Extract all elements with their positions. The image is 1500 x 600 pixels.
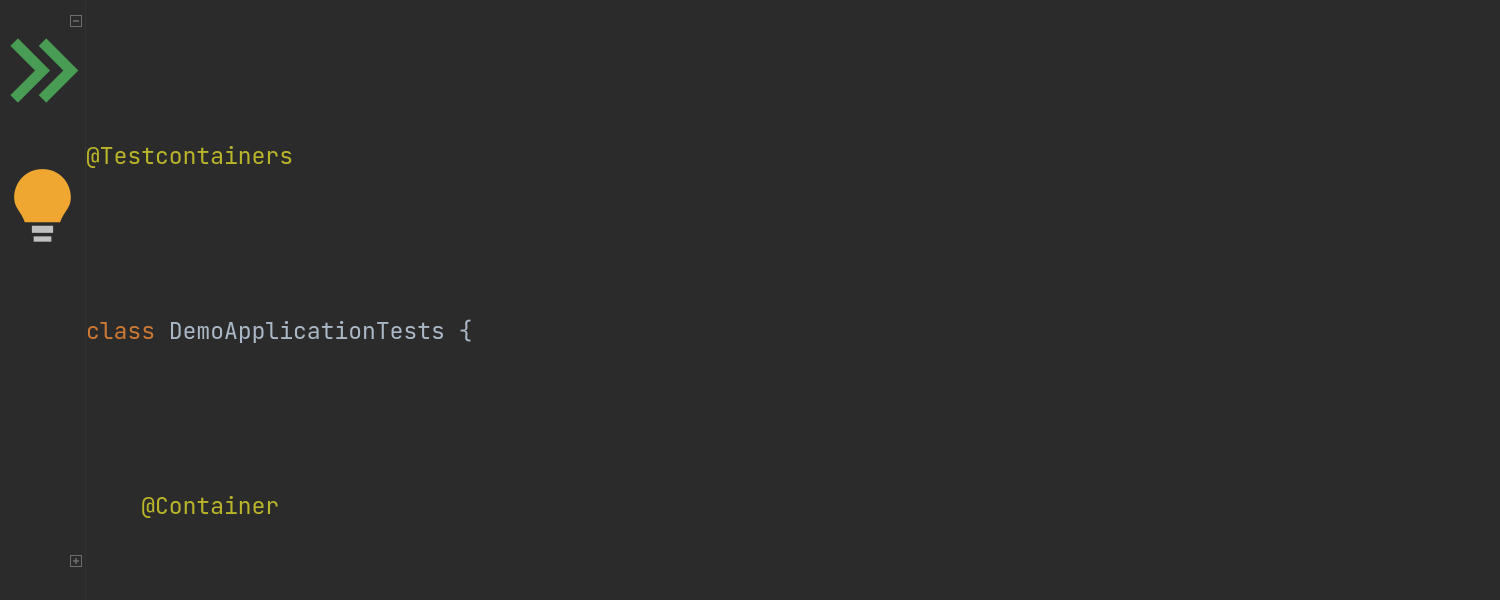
code-line[interactable]: @Testcontainers [86,135,1500,179]
run-test-icon[interactable] [0,48,85,92]
keyword: class [86,310,155,354]
code-area[interactable]: @Testcontainers class DemoApplicationTes… [86,0,1500,600]
editor-gutter [0,0,86,600]
annotation: @Testcontainers [86,135,293,179]
annotation: @Container [141,485,279,529]
intention-bulb-icon[interactable] [0,182,85,226]
code-editor[interactable]: @Testcontainers class DemoApplicationTes… [0,0,1500,600]
fold-collapse-icon[interactable] [69,14,83,28]
brace: { [445,310,473,354]
class-name: DemoApplicationTests [169,310,445,354]
code-line[interactable]: @Container [86,485,1500,529]
fold-expand-icon[interactable] [69,554,83,568]
code-line[interactable]: class DemoApplicationTests { [86,310,1500,354]
